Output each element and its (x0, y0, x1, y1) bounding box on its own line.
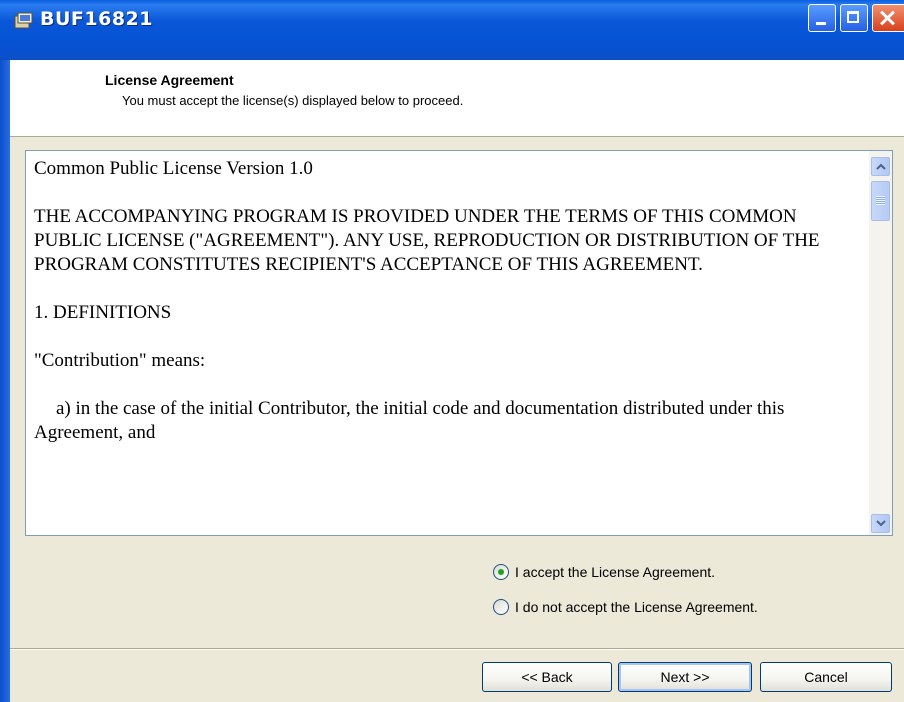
window-border (0, 60, 10, 702)
page-title: License Agreement (105, 72, 234, 88)
accept-radio-label[interactable]: I accept the License Agreement. (515, 564, 715, 580)
minimize-button[interactable] (808, 4, 836, 32)
maximize-button[interactable] (840, 4, 868, 32)
footer-divider (10, 648, 904, 650)
setup-window: BUF16821 License Agreement You must acce… (0, 0, 904, 702)
chevron-up-icon (876, 163, 886, 170)
license-paragraph: Common Public License Version 1.0 (34, 158, 313, 179)
license-scrollbar[interactable] (869, 151, 892, 535)
next-button[interactable]: Next >> (618, 662, 752, 692)
license-paragraph: THE ACCOMPANYING PROGRAM IS PROVIDED UND… (34, 206, 820, 275)
decline-radio-label[interactable]: I do not accept the License Agreement. (515, 599, 758, 615)
license-paragraph: a) in the case of the initial Contributo… (34, 398, 785, 443)
radio-selected-icon[interactable] (493, 564, 509, 580)
license-paragraph: 1. DEFINITIONS (34, 302, 172, 323)
title-bar[interactable]: BUF16821 (0, 0, 904, 60)
chevron-down-icon (876, 520, 886, 527)
license-text: Common Public License Version 1.0 THE AC… (34, 157, 864, 445)
scroll-down-button[interactable] (871, 514, 890, 533)
license-paragraph: "Contribution" means: (34, 350, 206, 371)
scroll-up-button[interactable] (871, 157, 890, 176)
back-button[interactable]: << Back (482, 662, 612, 692)
page-subtitle: You must accept the license(s) displayed… (122, 93, 464, 108)
close-button[interactable] (872, 4, 904, 32)
installer-icon (14, 12, 33, 29)
cancel-button[interactable]: Cancel (760, 662, 892, 692)
scroll-thumb[interactable] (871, 181, 890, 221)
page-header: License Agreement You must accept the li… (10, 60, 904, 137)
license-textbox[interactable]: Common Public License Version 1.0 THE AC… (25, 150, 893, 536)
radio-dot (498, 569, 504, 575)
radio-unselected-icon[interactable] (493, 599, 509, 615)
window-title: BUF16821 (40, 8, 153, 30)
